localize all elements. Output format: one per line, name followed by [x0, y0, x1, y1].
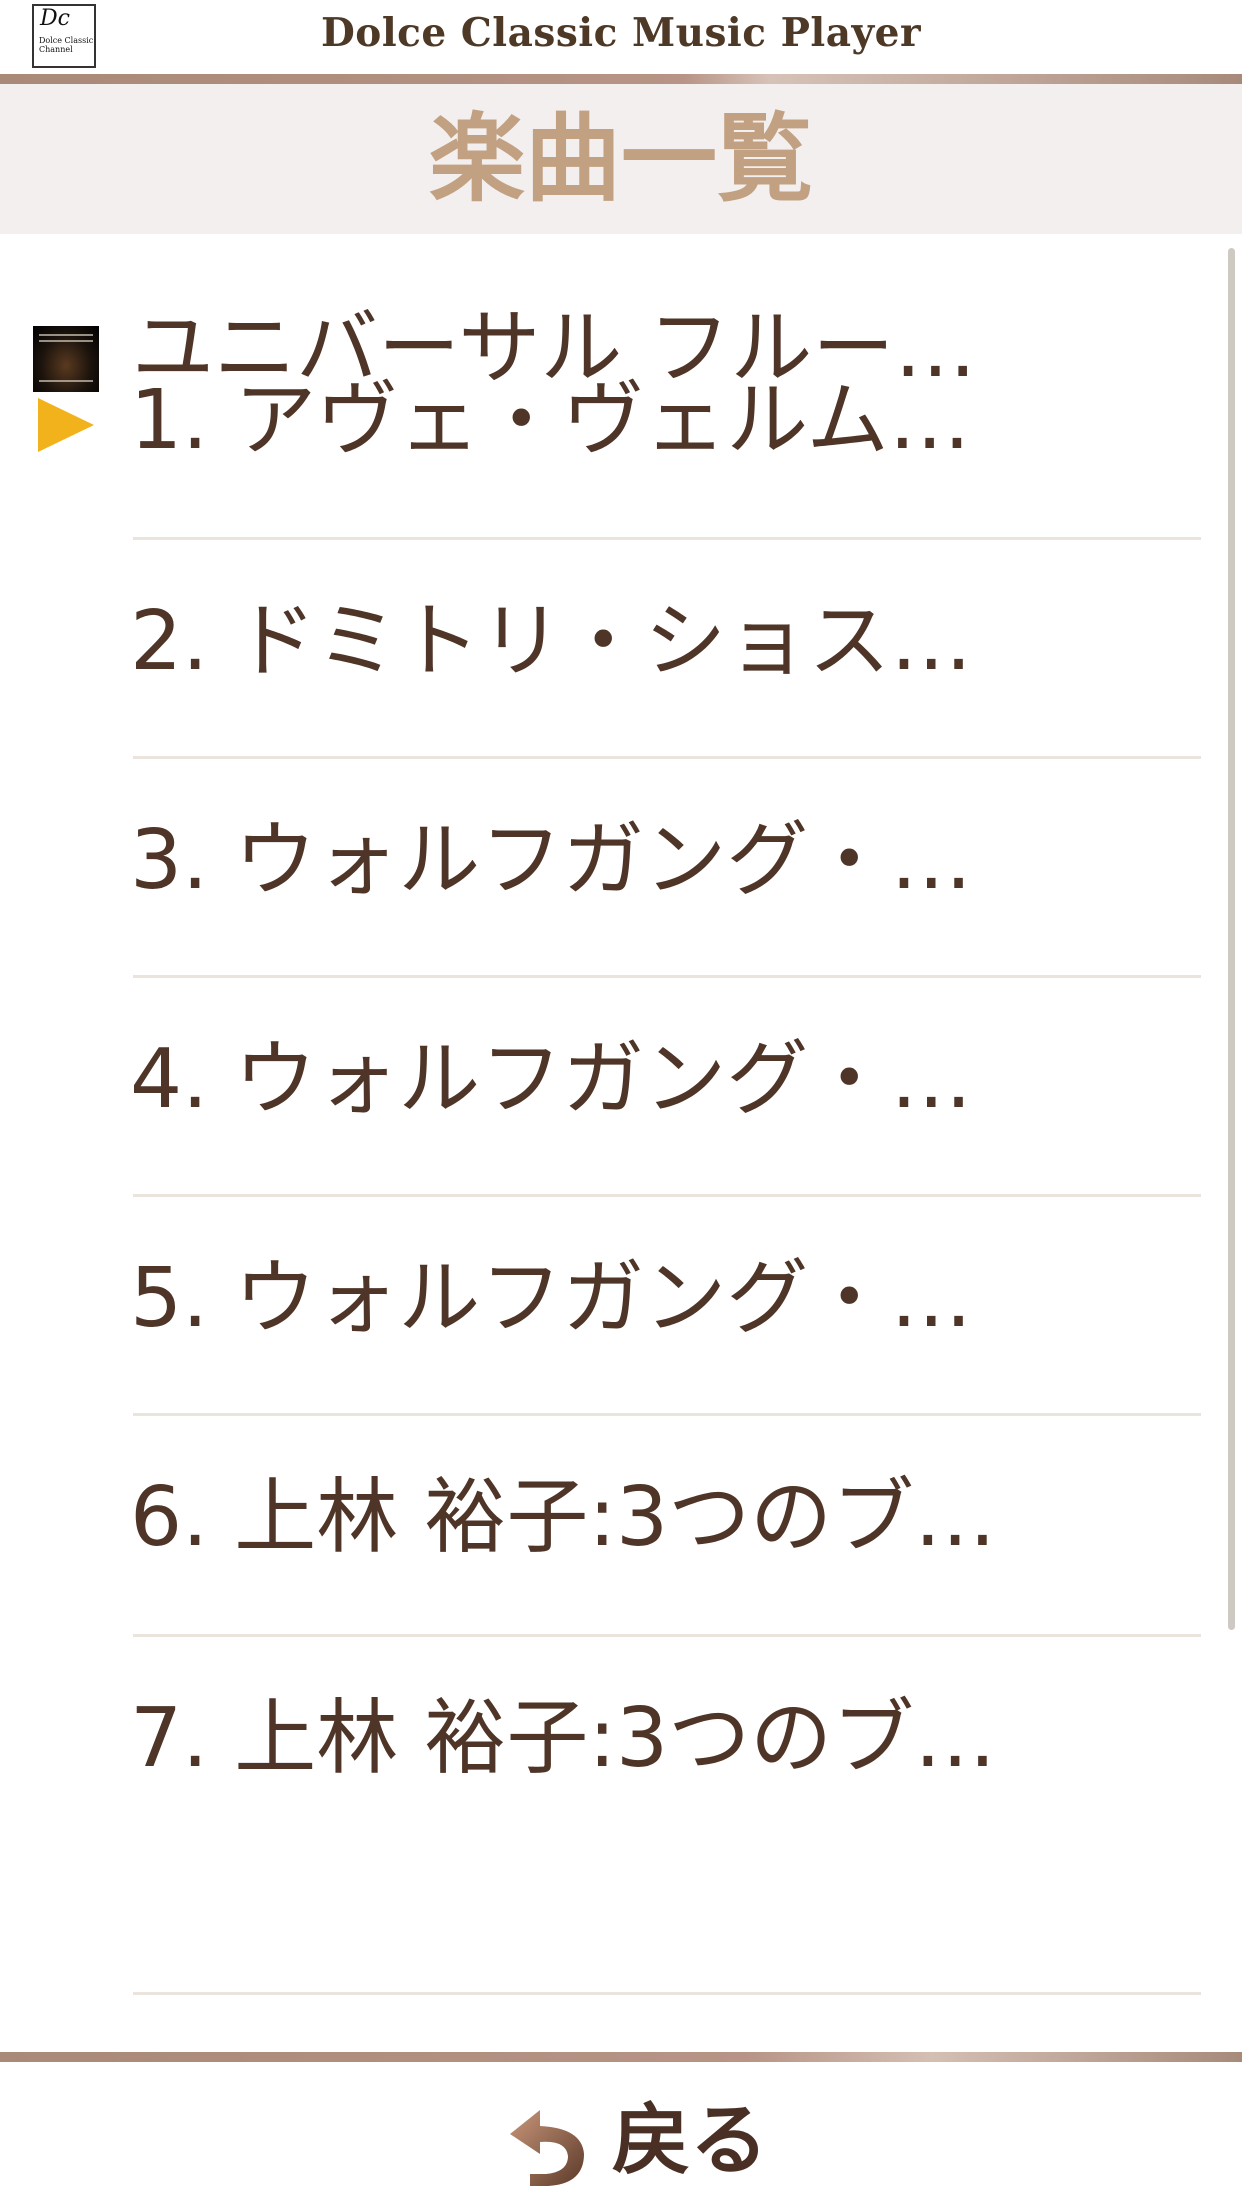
app-header: Dc Dolce Classic Channel Dolce Classic M…: [0, 0, 1242, 84]
divider: [133, 975, 1201, 978]
divider: [133, 1992, 1201, 1995]
back-button[interactable]: 戻る: [500, 2092, 800, 2192]
divider: [133, 1413, 1201, 1416]
back-label: 戻る: [612, 2096, 769, 2186]
track-item[interactable]: 2. ドミトリ・ショス…: [0, 537, 1242, 757]
track-title: 3. ウォルフガング・…: [130, 813, 973, 908]
page-title-band: 楽曲一覧: [0, 84, 1242, 234]
header-divider: [0, 74, 1242, 84]
track-item[interactable]: 6. 上林 裕子:3つのブ…: [0, 1413, 1242, 1633]
track-title: 1. アヴェ・ヴェルム…: [130, 373, 971, 468]
app-title: Dolce Classic Music Player: [320, 10, 922, 56]
now-playing-icon: [38, 398, 94, 452]
track-item[interactable]: 4. ウォルフガング・…: [0, 975, 1242, 1195]
track-title: 7. 上林 裕子:3つのブ…: [130, 1691, 997, 1786]
track-list[interactable]: ユニバーサル フルー… 1. アヴェ・ヴェルム… 2. ドミトリ・ショス… 3.…: [0, 234, 1242, 2052]
track-item[interactable]: 1. アヴェ・ヴェルム…: [0, 316, 1242, 536]
track-item[interactable]: 7. 上林 裕子:3つのブ…: [0, 1634, 1242, 1854]
divider: [133, 1194, 1201, 1197]
track-title: 2. ドミトリ・ショス…: [130, 594, 973, 689]
app-footer: 戻る: [0, 2062, 1242, 2208]
footer-divider: [0, 2052, 1242, 2062]
track-title: 6. 上林 裕子:3つのブ…: [130, 1470, 997, 1565]
track-title: 5. ウォルフガング・…: [130, 1251, 973, 1346]
divider: [133, 756, 1201, 759]
divider: [133, 1634, 1201, 1637]
list-scrollbar[interactable]: [1228, 248, 1235, 1630]
divider: [133, 537, 1201, 540]
track-item[interactable]: 3. ウォルフガング・…: [0, 756, 1242, 976]
track-title: 4. ウォルフガング・…: [130, 1032, 973, 1127]
page-title: 楽曲一覧: [429, 103, 813, 215]
track-item[interactable]: 5. ウォルフガング・…: [0, 1194, 1242, 1414]
back-arrow-icon: [510, 2110, 584, 2186]
